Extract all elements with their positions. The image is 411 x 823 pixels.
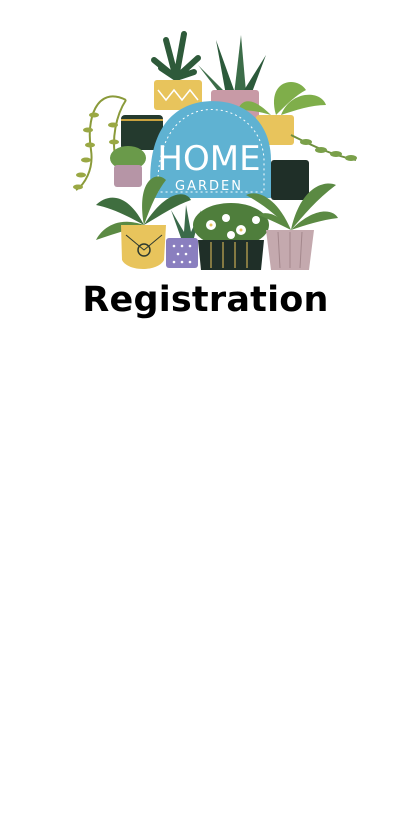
- small-cactus-icon: [110, 146, 146, 187]
- page-title: Registration: [82, 280, 329, 320]
- hanging-vine-right-icon: [290, 134, 357, 161]
- home-garden-logo: HOME GARDEN: [73, 31, 357, 270]
- home-garden-badge: HOME GARDEN: [150, 101, 271, 198]
- logo-home-text: HOME: [157, 139, 260, 179]
- logo-garden-text: GARDEN: [175, 179, 243, 194]
- top-plant-icon: [151, 31, 202, 110]
- flower-bush-icon: [193, 203, 269, 270]
- purple-pot-plant-icon: [166, 205, 201, 268]
- registration-form-area: [0, 330, 411, 823]
